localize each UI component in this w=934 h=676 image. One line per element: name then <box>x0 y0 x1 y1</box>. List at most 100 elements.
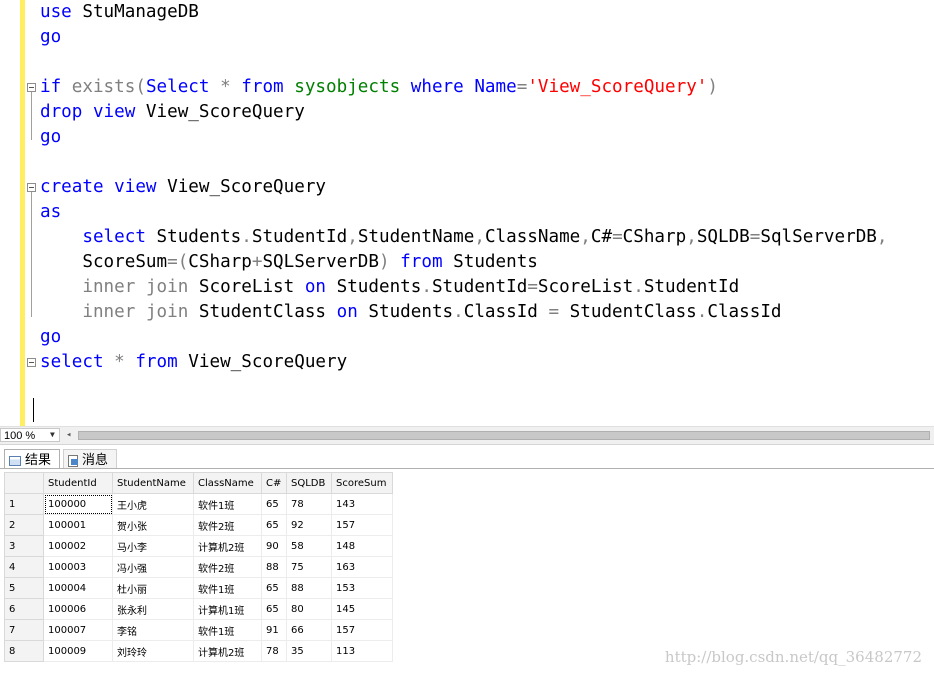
grid-cell[interactable]: 88 <box>286 577 332 599</box>
tab-messages[interactable]: 消息 <box>63 449 117 468</box>
column-header[interactable]: C# <box>261 472 287 494</box>
grid-cell[interactable]: 软件1班 <box>193 577 262 599</box>
collapse-toggle-icon[interactable] <box>27 83 36 92</box>
results-grid[interactable]: StudentId StudentName ClassName C# SQLDB Scor… <box>4 472 393 662</box>
tab-results-label: 结果 <box>25 452 52 467</box>
row-number[interactable]: 7 <box>4 619 44 641</box>
code-line[interactable]: create view View_ScoreQuery <box>40 175 326 200</box>
row-number[interactable]: 6 <box>4 598 44 620</box>
grid-cell[interactable]: 148 <box>331 535 393 557</box>
code-token: ScoreList <box>188 277 305 297</box>
horizontal-scrollbar[interactable] <box>78 431 930 440</box>
scroll-left-arrow-icon[interactable]: ◂ <box>66 429 71 441</box>
grid-cell[interactable]: 153 <box>331 577 393 599</box>
grid-cell[interactable]: 100006 <box>43 598 113 620</box>
table-row[interactable]: 7 100007 李铭 软件1班 91 66 157 <box>4 619 393 641</box>
row-number[interactable]: 1 <box>4 493 44 515</box>
table-row[interactable]: 5 100004 杜小丽 软件1班 65 88 153 <box>4 577 393 599</box>
sql-query-editor[interactable]: use StuManageDB go if exists(Select * from… <box>0 0 934 426</box>
column-header[interactable]: ScoreSum <box>331 472 393 494</box>
grid-cell[interactable]: 马小李 <box>112 535 194 557</box>
grid-cell[interactable]: 计算机1班 <box>193 598 262 620</box>
grid-cell[interactable]: 88 <box>261 556 287 578</box>
collapse-toggle-icon[interactable] <box>27 183 36 192</box>
grid-cell[interactable]: 78 <box>286 493 332 515</box>
grid-cell[interactable]: 李铭 <box>112 619 194 641</box>
code-line[interactable]: drop view View_ScoreQuery <box>40 100 305 125</box>
collapse-toggle-icon[interactable] <box>27 358 36 367</box>
column-header[interactable]: StudentName <box>112 472 194 494</box>
grid-cell[interactable]: 58 <box>286 535 332 557</box>
grid-cell[interactable]: 100003 <box>43 556 113 578</box>
grid-cell[interactable]: 90 <box>261 535 287 557</box>
grid-cell[interactable]: 75 <box>286 556 332 578</box>
grid-cell[interactable]: 143 <box>331 493 393 515</box>
grid-cell[interactable]: 91 <box>261 619 287 641</box>
grid-cell[interactable]: 软件2班 <box>193 556 262 578</box>
code-line[interactable]: inner join StudentClass on Students.Clas… <box>40 300 781 325</box>
code-line[interactable]: use StuManageDB <box>40 0 199 25</box>
grid-cell[interactable]: 65 <box>261 577 287 599</box>
code-token: = <box>612 227 623 247</box>
grid-cell[interactable]: 100000 <box>43 493 113 515</box>
grid-cell[interactable]: 157 <box>331 619 393 641</box>
code-line[interactable]: go <box>40 325 61 350</box>
code-line[interactable]: ScoreSum=(CSharp+SQLServerDB) from Stude… <box>40 250 538 275</box>
grid-cell[interactable]: 78 <box>261 640 287 662</box>
code-line[interactable]: if exists(Select * from sysobjects where… <box>40 75 718 100</box>
table-row[interactable]: 2 100001 贺小张 软件2班 65 92 157 <box>4 514 393 536</box>
grid-cell[interactable]: 计算机2班 <box>193 535 262 557</box>
code-line[interactable]: select * from View_ScoreQuery <box>40 350 347 375</box>
grid-cell[interactable]: 145 <box>331 598 393 620</box>
code-line[interactable]: go <box>40 125 61 150</box>
column-header[interactable]: ClassName <box>193 472 262 494</box>
grid-cell[interactable]: 35 <box>286 640 332 662</box>
grid-cell[interactable]: 163 <box>331 556 393 578</box>
row-number[interactable]: 2 <box>4 514 44 536</box>
watermark: http://blog.csdn.net/qq_36482772 <box>664 648 922 666</box>
grid-cell[interactable]: 王小虎 <box>112 493 194 515</box>
table-row[interactable]: 1 100000 王小虎 软件1班 65 78 143 <box>4 493 393 515</box>
grid-cell[interactable]: 65 <box>261 514 287 536</box>
grid-cell[interactable]: 100002 <box>43 535 113 557</box>
grid-cell[interactable]: 113 <box>331 640 393 662</box>
code-line[interactable]: as <box>40 200 61 225</box>
tab-results[interactable]: 结果 <box>4 449 60 468</box>
grid-cell[interactable]: 软件2班 <box>193 514 262 536</box>
column-header[interactable]: SQLDB <box>286 472 332 494</box>
table-row[interactable]: 6 100006 张永利 计算机1班 65 80 145 <box>4 598 393 620</box>
row-number[interactable]: 4 <box>4 556 44 578</box>
code-token: . <box>421 277 432 297</box>
grid-cell[interactable]: 92 <box>286 514 332 536</box>
row-number[interactable]: 8 <box>4 640 44 662</box>
grid-cell[interactable]: 软件1班 <box>193 493 262 515</box>
grid-cell[interactable]: 刘玲玲 <box>112 640 194 662</box>
column-header[interactable]: StudentId <box>43 472 113 494</box>
table-row[interactable]: 4 100003 冯小强 软件2班 88 75 163 <box>4 556 393 578</box>
grid-cell[interactable]: 软件1班 <box>193 619 262 641</box>
row-number[interactable]: 3 <box>4 535 44 557</box>
grid-cell[interactable]: 66 <box>286 619 332 641</box>
grid-cell[interactable]: 杜小丽 <box>112 577 194 599</box>
grid-cell[interactable]: 65 <box>261 493 287 515</box>
code-token: . <box>241 227 252 247</box>
grid-cell[interactable]: 100001 <box>43 514 113 536</box>
grid-cell[interactable]: 计算机2班 <box>193 640 262 662</box>
grid-cell[interactable]: 冯小强 <box>112 556 194 578</box>
grid-cell[interactable]: 贺小张 <box>112 514 194 536</box>
code-line[interactable]: go <box>40 25 61 50</box>
grid-cell[interactable]: 100004 <box>43 577 113 599</box>
code-line[interactable]: select Students.StudentId,StudentName,Cl… <box>40 225 887 250</box>
grid-cell[interactable]: 157 <box>331 514 393 536</box>
grid-cell[interactable]: 张永利 <box>112 598 194 620</box>
grid-cell[interactable]: 80 <box>286 598 332 620</box>
row-number[interactable]: 5 <box>4 577 44 599</box>
grid-corner-cell[interactable] <box>4 472 44 494</box>
table-row[interactable]: 8 100009 刘玲玲 计算机2班 78 35 113 <box>4 640 393 662</box>
chevron-down-icon[interactable]: ▼ <box>50 428 55 442</box>
code-line[interactable]: inner join ScoreList on Students.Student… <box>40 275 739 300</box>
table-row[interactable]: 3 100002 马小李 计算机2班 90 58 148 <box>4 535 393 557</box>
grid-cell[interactable]: 100009 <box>43 640 113 662</box>
grid-cell[interactable]: 100007 <box>43 619 113 641</box>
grid-cell[interactable]: 65 <box>261 598 287 620</box>
